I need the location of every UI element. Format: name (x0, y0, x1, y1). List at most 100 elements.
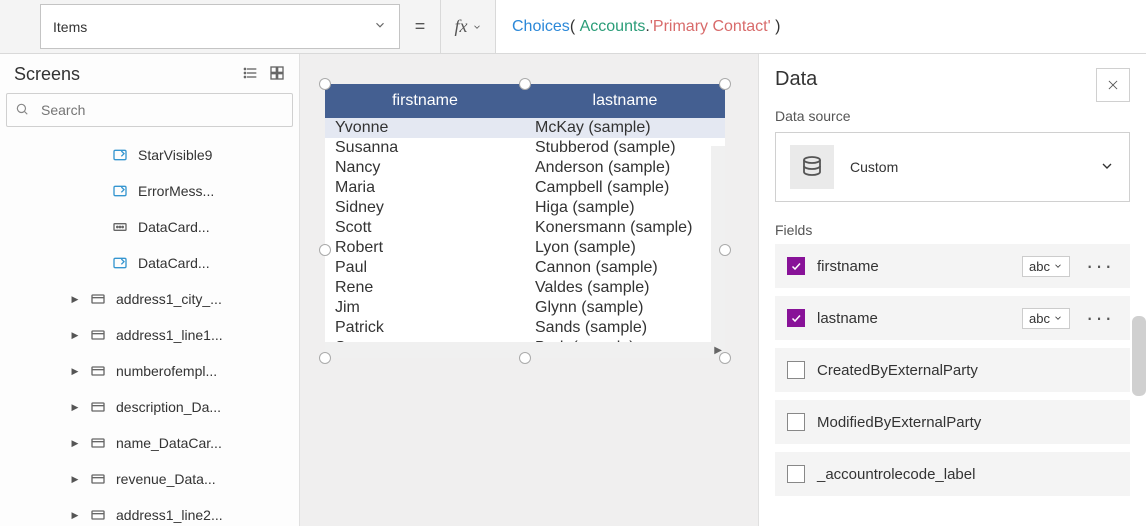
resize-handle[interactable] (519, 78, 531, 90)
caret-right-icon[interactable]: ▶ (70, 366, 80, 377)
caret-right-icon[interactable]: ▶ (70, 474, 80, 485)
close-button[interactable] (1096, 68, 1130, 102)
checkbox[interactable] (787, 465, 805, 483)
tree-item[interactable]: ▶numberofempl... (0, 353, 299, 389)
tree-item-label: address1_line2... (116, 507, 223, 523)
resize-handle[interactable] (319, 244, 331, 256)
resize-handle[interactable] (719, 78, 731, 90)
tree-item-label: address1_line1... (116, 327, 223, 343)
tree-view: StarVisible9 ErrorMess... DataCard...DataC… (0, 133, 299, 526)
caret-right-icon[interactable]: ▶ (70, 330, 80, 341)
table-cell: Valdes (sample) (525, 278, 725, 298)
card-icon (110, 219, 130, 235)
table-cell: McKay (sample) (525, 118, 725, 138)
table-cell: Anderson (sample) (525, 158, 725, 178)
table-header-cell[interactable]: lastname (525, 84, 725, 118)
data-panel: Data Data source Custom Fields firstname (758, 54, 1146, 526)
tree-item[interactable]: DataCard... (0, 209, 299, 245)
data-table-control[interactable]: firstnamelastname YvonneMcKay (sample)Su… (325, 84, 725, 358)
search-input[interactable] (37, 94, 292, 126)
formula-input[interactable]: Choices( Accounts.'Primary Contact' ) (496, 0, 1146, 53)
more-icon[interactable]: ··· (1082, 253, 1118, 279)
table-cell: Campbell (sample) (525, 178, 725, 198)
tree-item[interactable]: StarVisible9 (0, 137, 299, 173)
resize-handle[interactable] (519, 352, 531, 364)
caret-right-icon[interactable]: ▶ (70, 438, 80, 449)
resize-handle[interactable] (719, 244, 731, 256)
table-row[interactable]: YvonneMcKay (sample) (325, 118, 725, 138)
tree-item[interactable]: ▶ address1_line2... (0, 497, 299, 526)
tree-item-label: ErrorMess... (138, 183, 214, 199)
datacard-icon (88, 363, 108, 379)
tree-item[interactable]: ▶ address1_line1... (0, 317, 299, 353)
field-row[interactable]: firstname abc ··· (775, 244, 1130, 288)
tree-item[interactable]: ErrorMess... (0, 173, 299, 209)
table-cell: Susanna (325, 138, 525, 158)
formula-token-ds: Accounts (580, 18, 646, 36)
field-name: firstname (817, 258, 1010, 275)
table-row[interactable]: JimGlynn (sample) (325, 298, 725, 318)
datacard-icon (88, 291, 108, 307)
chevron-down-icon (373, 18, 387, 35)
search-box (6, 93, 293, 127)
grid-view-icon[interactable] (269, 65, 285, 84)
caret-right-icon[interactable]: ▶ (70, 294, 80, 305)
tree-item-label: name_DataCar... (116, 435, 222, 451)
formula-bar: Items = fx Choices( Accounts.'Primary Co… (0, 0, 1146, 54)
resize-handle[interactable] (319, 352, 331, 364)
field-row[interactable]: CreatedByExternalParty (775, 348, 1130, 392)
field-row[interactable]: lastname abc ··· (775, 296, 1130, 340)
resize-handle[interactable] (319, 78, 331, 90)
canvas[interactable]: firstnamelastname YvonneMcKay (sample)Su… (300, 54, 758, 526)
table-row[interactable]: RobertLyon (sample) (325, 238, 725, 258)
table-header-cell[interactable]: firstname (325, 84, 525, 118)
table-row[interactable]: SusannaStubberod (sample) (325, 138, 725, 158)
field-type-select[interactable]: abc (1022, 308, 1070, 329)
field-list: firstname abc ··· lastname abc ··· CreatedBy… (775, 244, 1130, 496)
table-row[interactable]: PatrickSands (sample) (325, 318, 725, 338)
caret-right-icon[interactable]: ▶ (70, 510, 80, 521)
table-row[interactable]: MariaCampbell (sample) (325, 178, 725, 198)
checkbox[interactable] (787, 361, 805, 379)
table-row[interactable]: PaulCannon (sample) (325, 258, 725, 278)
field-name: lastname (817, 310, 1010, 327)
field-name: CreatedByExternalParty (817, 362, 1118, 379)
scrollbar-vertical[interactable] (1132, 316, 1146, 396)
resize-handle[interactable] (719, 352, 731, 364)
tree-item[interactable]: ▶address1_city_... (0, 281, 299, 317)
data-source-selector[interactable]: Custom (775, 132, 1130, 202)
table-cell: Rene (325, 278, 525, 298)
list-view-icon[interactable] (243, 65, 259, 84)
fx-button[interactable]: fx (440, 0, 496, 53)
data-panel-title: Data (775, 68, 817, 91)
field-name: _accountrolecode_label (817, 466, 1118, 483)
search-icon (7, 102, 37, 119)
table-row[interactable]: ScottKonersmann (sample) (325, 218, 725, 238)
more-icon[interactable]: ··· (1082, 305, 1118, 331)
tree-item[interactable]: ▶ name_DataCar... (0, 425, 299, 461)
checkbox[interactable] (787, 413, 805, 431)
formula-token-func: Choices (512, 18, 570, 36)
data-source-name: Custom (850, 159, 898, 175)
table-cell: Scott (325, 218, 525, 238)
sidebar-header: Screens (0, 54, 299, 93)
table-cell: Sands (sample) (525, 318, 725, 338)
checkbox[interactable] (787, 309, 805, 327)
field-row[interactable]: ModifiedByExternalParty (775, 400, 1130, 444)
table-row[interactable]: ReneValdes (sample) (325, 278, 725, 298)
caret-right-icon[interactable]: ▶ (70, 402, 80, 413)
tree-item[interactable]: DataCard... (0, 245, 299, 281)
tree-item[interactable]: ▶description_Da... (0, 389, 299, 425)
property-select[interactable]: Items (40, 4, 400, 49)
field-type-select[interactable]: abc (1022, 256, 1070, 277)
checkbox[interactable] (787, 257, 805, 275)
table-row[interactable]: SidneyHiga (sample) (325, 198, 725, 218)
tree-item[interactable]: ▶revenue_Data... (0, 461, 299, 497)
table-row[interactable]: NancyAnderson (sample) (325, 158, 725, 178)
field-row[interactable]: _accountrolecode_label (775, 452, 1130, 496)
table-cell: Cannon (sample) (525, 258, 725, 278)
table-cell: Lyon (sample) (525, 238, 725, 258)
field-name: ModifiedByExternalParty (817, 414, 1118, 431)
table-cell: Higa (sample) (525, 198, 725, 218)
database-icon (790, 145, 834, 189)
